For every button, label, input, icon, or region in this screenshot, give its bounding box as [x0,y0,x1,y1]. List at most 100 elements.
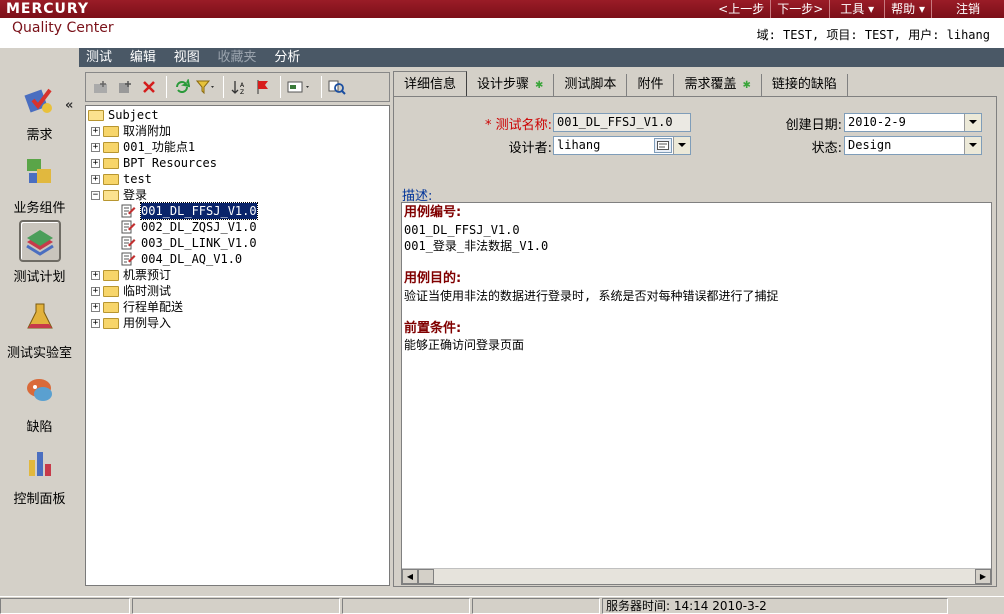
tree-item-label: Subject [108,108,159,122]
tree-folder-item[interactable]: + BPT Resources [86,155,389,171]
designer-label: 设计者: [508,141,552,156]
tree-test-item[interactable]: 004_DL_AQ_V1.0 [86,251,389,267]
tree-folder-item[interactable]: + 机票预订 [86,267,389,283]
module-label: 业务组件 [13,201,66,216]
tree-item-label: 行程单配送 [123,300,184,314]
module-test-lab[interactable]: 测试实验室 [0,296,79,361]
chevron-down-icon[interactable] [964,114,981,131]
tree-folder-item[interactable]: − 登录 [86,187,389,203]
svg-text:Z: Z [240,89,244,95]
folder-icon [103,286,119,297]
tab-1[interactable]: 设计步骤 ✱ [467,74,555,96]
menu-test[interactable]: 测试 [79,48,119,67]
tab-label: 需求覆盖 [684,77,737,92]
expand-icon[interactable]: + [91,127,100,136]
delete-icon[interactable] [138,76,160,98]
new-folder-icon[interactable] [90,76,112,98]
description-editor[interactable]: 用例编号: 001_DL_FFSJ_V1.0 001_登录_非法数据_V1.0 … [401,202,992,585]
designer-field[interactable]: lihang [553,136,691,155]
tab-label: 链接的缺陷 [771,77,837,92]
status-cell [342,598,470,614]
module-test-plan[interactable]: 测试计划 [0,220,79,285]
status-select[interactable]: Design [844,136,982,155]
help-menu[interactable]: 帮助 ▾ [884,0,931,18]
mercury-logo: MERCURY [6,1,90,17]
menu-analysis[interactable]: 分析 [267,48,307,67]
expand-icon[interactable]: + [91,303,100,312]
tab-2[interactable]: 测试脚本 [554,74,628,96]
tree-test-item[interactable]: 001_DL_FFSJ_V1.0 [86,202,389,220]
menu-edit[interactable]: 编辑 [123,48,163,67]
menu-favorites[interactable]: 收藏夹 [211,48,264,67]
test-lab-icon [19,296,61,338]
expand-icon[interactable]: + [91,159,100,168]
toolbar-separator [166,76,167,98]
find-icon[interactable] [326,76,348,98]
tree-folder-item[interactable]: +001_功能点1 [86,139,389,155]
module-sidebar: « 需求 业务组件 测试计划 测试实验室 缺陷 控制面板 [0,48,79,593]
back-button[interactable]: <上一步 [712,0,770,18]
server-time: 服务器时间: 14:14 2010-3-2 [602,598,948,614]
tab-5[interactable]: 链接的缺陷 [761,74,848,96]
test-plan-tree[interactable]: Subject + 取消附加 +001_功能点1 + BPT Resources + test… [85,105,390,586]
test-name-field[interactable]: 001_DL_FFSJ_V1.0 [553,113,691,132]
tree-test-item[interactable]: 002_DL_ZQSJ_V1.0 [86,219,389,235]
tree-folder-item[interactable]: + test [86,171,389,187]
requirements-icon [19,78,61,120]
chevron-down-icon[interactable] [964,137,981,154]
top-nav: <上一步 下一步> 工具 ▾ 帮助 ▾ 注销 [712,0,1004,18]
flag-icon[interactable] [252,76,274,98]
new-test-icon[interactable] [114,76,136,98]
module-dashboard[interactable]: 控制面板 [0,442,79,507]
test-plan-icon [18,220,61,262]
tab-4[interactable]: 需求覆盖 ✱ [674,74,762,96]
tree-test-item[interactable]: 003_DL_LINK_V1.0 [86,235,389,251]
scroll-left-icon[interactable]: ◀ [402,569,418,584]
test-icon [121,236,136,250]
expand-icon[interactable]: + [91,143,100,152]
tree-folder-item[interactable]: Subject [86,107,389,123]
tools-menu[interactable]: 工具 ▾ [829,0,884,18]
test-icon [121,252,136,266]
defects-icon [19,370,61,412]
created-date-field[interactable]: 2010-2-9 [844,113,982,132]
module-requirements[interactable]: 需求 [0,78,79,143]
chevron-down-icon[interactable] [673,137,690,154]
tree-folder-item[interactable]: + 行程单配送 [86,299,389,315]
module-defects[interactable]: 缺陷 [0,370,79,435]
filter-icon[interactable] [195,76,217,98]
created-date-value: 2010-2-9 [848,115,906,129]
logout-button[interactable]: 注销 [930,0,1004,18]
horizontal-scrollbar[interactable]: ◀ ▶ [402,568,991,584]
status-cell [132,598,340,614]
expand-icon[interactable]: + [91,175,100,184]
user-list-icon[interactable] [654,138,672,153]
tab-0[interactable]: 详细信息 [393,71,468,96]
menu-view[interactable]: 视图 [167,48,207,67]
refresh-icon[interactable] [171,76,193,98]
expand-icon[interactable]: + [91,287,100,296]
toolbar-separator [223,76,224,98]
module-business-components[interactable]: 业务组件 [0,151,79,216]
scroll-right-icon[interactable]: ▶ [975,569,991,584]
tree-item-label: 登录 [123,188,148,202]
header-bar: Quality Center 域: TEST, 项目: TEST, 用户: li… [0,18,1004,48]
tree-folder-item[interactable]: + 取消附加 [86,123,389,139]
tab-3[interactable]: 附件 [627,74,675,96]
scroll-thumb[interactable] [418,569,434,584]
purpose-heading: 用例目的: [404,271,462,286]
folder-open-icon [103,190,119,201]
status-cell [472,598,600,614]
svg-text:A: A [240,82,245,89]
designer-value: lihang [557,138,601,152]
expand-icon[interactable]: + [91,271,100,280]
view-icon[interactable] [285,76,315,98]
tab-label: 测试脚本 [564,77,617,92]
status-value: Design [848,138,892,152]
forward-button[interactable]: 下一步> [770,0,829,18]
tree-folder-item[interactable]: + 临时测试 [86,283,389,299]
sort-icon[interactable]: AZ [228,76,250,98]
tree-folder-item[interactable]: + 用例导入 [86,315,389,331]
collapse-icon[interactable]: − [91,191,100,200]
expand-icon[interactable]: + [91,319,100,328]
